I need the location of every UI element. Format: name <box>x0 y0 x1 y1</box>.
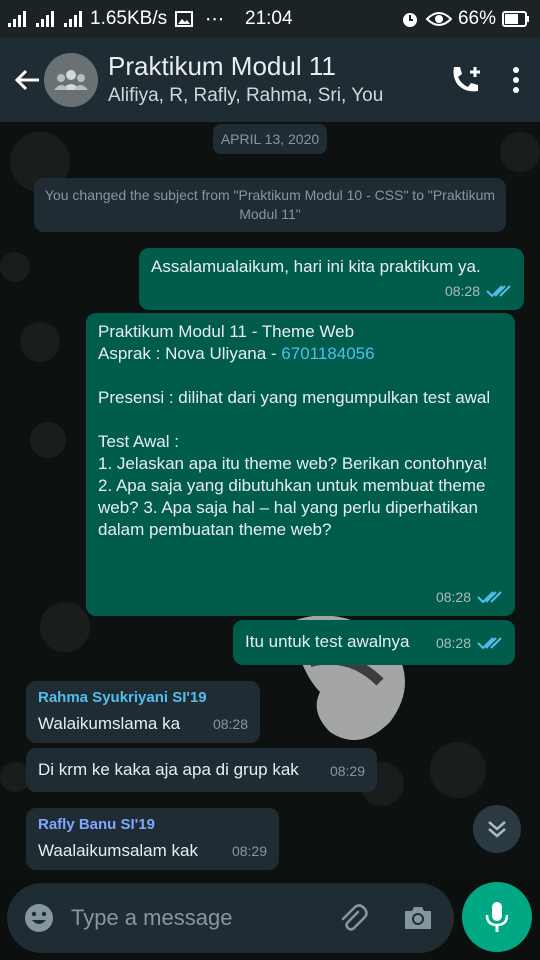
wallpaper-dot <box>430 742 486 798</box>
microphone-icon <box>485 902 509 932</box>
message-time: 08:28 <box>435 635 471 651</box>
more-options-icon[interactable] <box>512 66 520 94</box>
outgoing-message[interactable]: Praktikum Modul 11 - Theme Web Asprak : … <box>86 313 515 616</box>
wallpaper-dot <box>40 602 90 652</box>
status-bar: 1.65KB/s ⋯ 21:04 66% <box>0 0 540 38</box>
double-check-read-icon <box>477 637 502 650</box>
chat-title: Praktikum Modul 11 <box>108 51 336 81</box>
date-chip: APRIL 13, 2020 <box>213 124 327 154</box>
eye-icon <box>425 12 452 26</box>
system-message: You changed the subject from "Praktikum … <box>34 178 506 232</box>
message-paragraph: 2. Apa saja yang dibutuhkan untuk membua… <box>98 476 486 539</box>
more-notifications-icon: ⋯ <box>205 8 225 30</box>
message-time: 08:28 <box>212 716 248 732</box>
alarm-icon <box>402 13 417 27</box>
signal-h-icon <box>36 11 54 27</box>
message-line: Asprak : Nova Uliyana - 6701184056 <box>98 343 503 365</box>
battery-icon <box>502 11 529 27</box>
wallpaper-dot <box>30 422 66 458</box>
message-time: 08:28 <box>444 283 480 299</box>
asprak-text: Asprak : Nova Uliyana - <box>98 344 282 363</box>
group-avatar[interactable] <box>44 53 98 107</box>
chat-title-area[interactable]: Praktikum Modul 11 Alifiya, R, Rafly, Ra… <box>108 51 448 109</box>
message-composer[interactable]: Type a message <box>7 883 454 953</box>
add-call-icon[interactable] <box>448 63 482 97</box>
emoji-icon[interactable] <box>23 902 55 934</box>
chat-participants: Alifiya, R, Rafly, Rahma, Sri, You <box>108 85 384 106</box>
back-arrow-icon <box>14 69 39 91</box>
message-paragraph: Test Awal : <box>98 432 179 451</box>
message-text: Assalamualaikum, hari ini kita praktikum… <box>151 257 481 276</box>
double-chevron-down-icon <box>488 821 506 838</box>
wallpaper-dot <box>0 252 30 282</box>
double-check-read-icon <box>486 285 511 298</box>
signal-2-icon <box>64 11 82 27</box>
image-icon <box>175 11 194 27</box>
double-check-read-icon <box>477 591 502 604</box>
voice-message-button[interactable] <box>462 882 532 952</box>
message-time: 08:29 <box>231 843 267 859</box>
sender-name[interactable]: Rafly Banu SI'19 <box>38 814 267 836</box>
outgoing-message[interactable]: Itu untuk test awalnya 08:28 <box>233 620 515 665</box>
message-line: Praktikum Modul 11 - Theme Web <box>98 322 355 341</box>
chat-header: Praktikum Modul 11 Alifiya, R, Rafly, Ra… <box>0 38 540 122</box>
outgoing-message[interactable]: Assalamualaikum, hari ini kita praktikum… <box>139 248 524 310</box>
scroll-to-bottom-button[interactable] <box>473 805 521 853</box>
group-icon <box>54 70 88 90</box>
incoming-message[interactable]: Rafly Banu SI'19 Waalaikumsalam kak 08:2… <box>26 808 279 870</box>
battery-percent: 66% <box>457 8 496 29</box>
message-text: Di krm ke kaka aja apa di grup kak <box>38 760 299 779</box>
incoming-message[interactable]: Di krm ke kaka aja apa di grup kak 08:29 <box>26 748 377 792</box>
incoming-message[interactable]: Rahma Syukriyani SI'19 Walaikumslama ka … <box>26 681 260 743</box>
message-time: 08:28 <box>435 589 471 605</box>
back-button[interactable] <box>6 59 48 101</box>
camera-icon[interactable] <box>402 904 434 932</box>
message-input[interactable]: Type a message <box>71 905 336 931</box>
wallpaper-dot <box>20 322 60 362</box>
signal-icon <box>8 11 26 27</box>
network-speed: 1.65KB/s <box>90 8 168 29</box>
phone-link[interactable]: 6701184056 <box>281 344 374 363</box>
status-time: 21:04 <box>245 8 293 29</box>
wallpaper-dot <box>500 132 540 172</box>
attach-icon[interactable] <box>336 902 368 934</box>
message-paragraph: 1. Jelaskan apa itu theme web? Berikan c… <box>98 454 488 473</box>
sender-name[interactable]: Rahma Syukriyani SI'19 <box>38 687 248 709</box>
message-time: 08:29 <box>329 763 365 779</box>
message-paragraph: Presensi : dilihat dari yang mengumpulka… <box>98 388 491 407</box>
